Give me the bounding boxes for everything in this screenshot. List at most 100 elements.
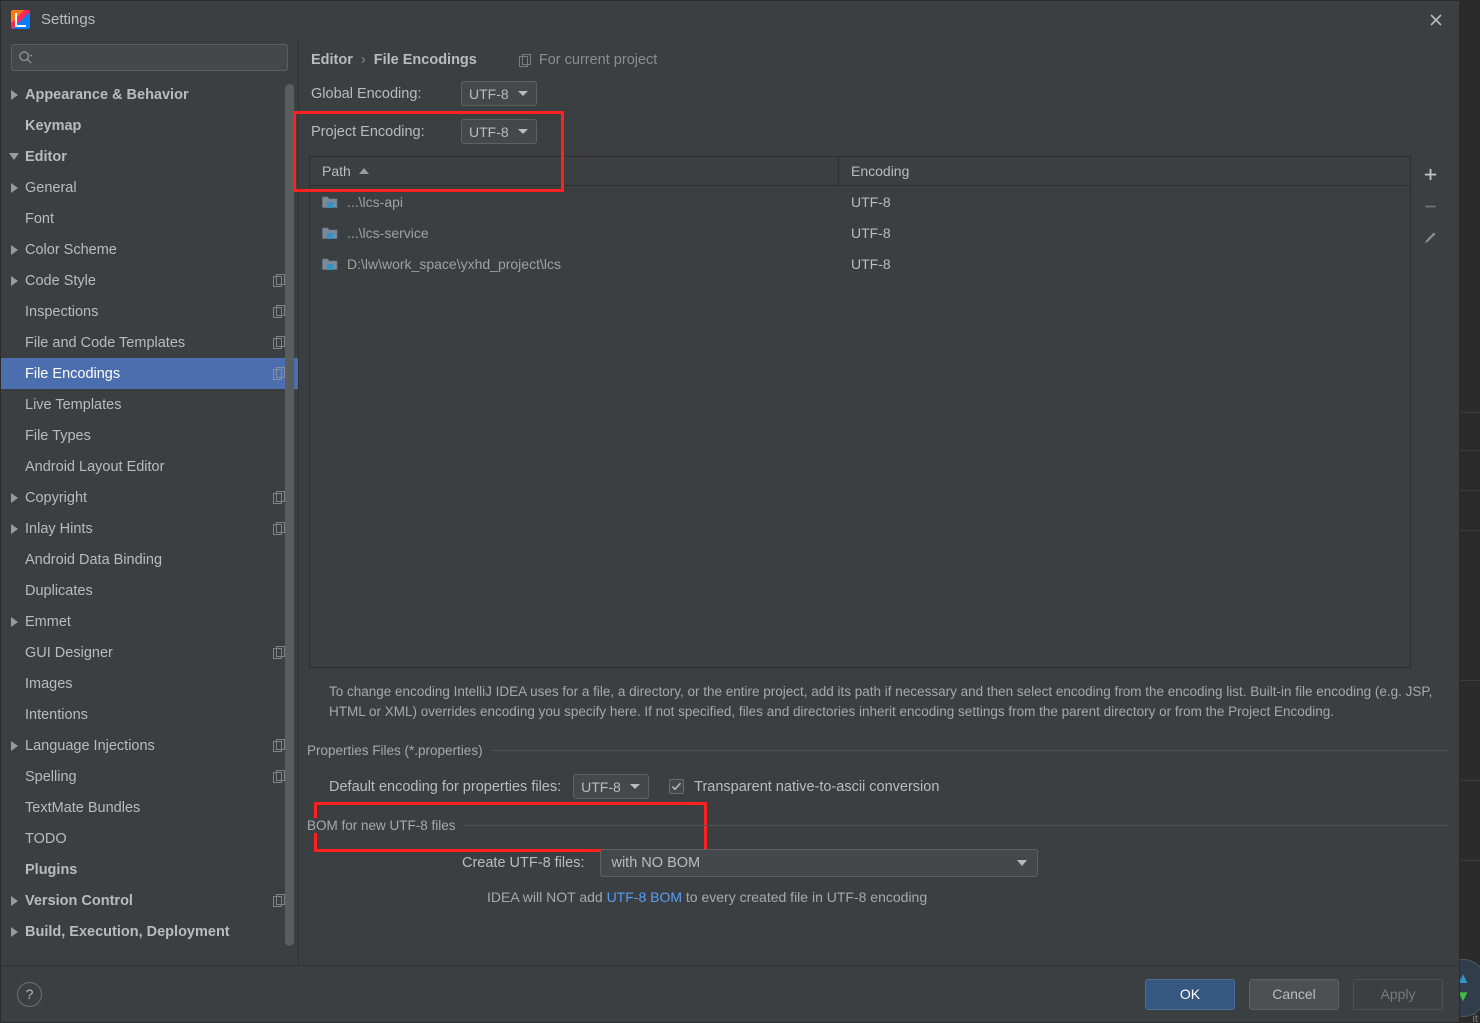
help-button[interactable]: ?: [17, 981, 42, 1007]
create-utf8-files-label: Create UTF-8 files:: [462, 855, 585, 871]
sidebar-item-keymap[interactable]: Keymap: [1, 110, 298, 141]
close-button[interactable]: [1413, 1, 1459, 38]
sidebar-item-color-scheme[interactable]: Color Scheme: [1, 234, 298, 265]
sidebar-item-emmet[interactable]: Emmet: [1, 606, 298, 637]
table-cell-path-label: D:\lw\work_space\yxhd_project\lcs: [347, 255, 561, 272]
table-row[interactable]: ...\lcs-api UTF-8: [310, 186, 1410, 217]
sidebar-item-gui-designer[interactable]: GUI Designer: [1, 637, 298, 668]
tree-arrow[interactable]: [7, 925, 21, 939]
column-header-path[interactable]: Path: [310, 157, 839, 185]
tree-arrow[interactable]: [7, 119, 21, 133]
remove-button[interactable]: [1413, 190, 1447, 222]
sidebar-item-file-and-code-templates[interactable]: File and Code Templates: [1, 327, 298, 358]
add-button[interactable]: [1413, 158, 1447, 190]
tree-arrow[interactable]: [7, 708, 21, 722]
tree-arrow[interactable]: [7, 150, 21, 164]
sidebar-item-label: General: [25, 179, 77, 196]
tree-arrow[interactable]: [7, 522, 21, 536]
apply-button[interactable]: Apply: [1353, 978, 1443, 1010]
tree-arrow[interactable]: [7, 863, 21, 877]
chevron-right-icon: [10, 492, 18, 503]
table-row[interactable]: D:\lw\work_space\yxhd_project\lcs UTF-8: [310, 248, 1410, 279]
column-header-encoding[interactable]: Encoding: [839, 157, 1410, 185]
tree-arrow[interactable]: [7, 677, 21, 691]
sidebar-item-general[interactable]: General: [1, 172, 298, 203]
encodings-description: To change encoding IntelliJ IDEA uses fo…: [329, 684, 1433, 719]
tree-arrow[interactable]: [7, 739, 21, 753]
table-cell-encoding[interactable]: UTF-8: [839, 194, 1410, 210]
search-input[interactable]: [33, 50, 281, 65]
chevron-right-icon: [10, 89, 18, 100]
breadcrumb-root[interactable]: Editor: [311, 52, 353, 68]
default-properties-encoding-dropdown[interactable]: UTF-8: [573, 774, 650, 799]
project-encoding-label: Project Encoding:: [311, 123, 425, 140]
cancel-button[interactable]: Cancel: [1249, 978, 1339, 1010]
sidebar-item-intentions[interactable]: Intentions: [1, 699, 298, 730]
tree-arrow[interactable]: [7, 336, 21, 350]
tree-arrow[interactable]: [7, 801, 21, 815]
sidebar-item-android-data-binding[interactable]: Android Data Binding: [1, 544, 298, 575]
utf8-bom-link[interactable]: UTF-8 BOM: [607, 889, 682, 905]
sidebar-item-todo[interactable]: TODO: [1, 823, 298, 854]
sidebar-item-build-execution-deployment[interactable]: Build, Execution, Deployment: [1, 916, 298, 947]
tree-arrow[interactable]: [7, 243, 21, 257]
table-row[interactable]: ...\lcs-service UTF-8: [310, 217, 1410, 248]
tree-arrow[interactable]: [7, 646, 21, 660]
sidebar-item-editor[interactable]: Editor: [1, 141, 298, 172]
sidebar-item-version-control[interactable]: Version Control: [1, 885, 298, 916]
sidebar-item-file-types[interactable]: File Types: [1, 420, 298, 451]
tree-arrow[interactable]: [7, 88, 21, 102]
sidebar-item-language-injections[interactable]: Language Injections: [1, 730, 298, 761]
sidebar-scrollbar-thumb[interactable]: [285, 84, 294, 946]
table-cell-encoding[interactable]: UTF-8: [839, 256, 1410, 272]
default-properties-encoding-label: Default encoding for properties files:: [329, 778, 562, 795]
sidebar-item-code-style[interactable]: Code Style: [1, 265, 298, 296]
tree-arrow[interactable]: [7, 429, 21, 443]
sidebar-item-label: Images: [25, 675, 73, 692]
sidebar-item-spelling[interactable]: Spelling: [1, 761, 298, 792]
tree-arrow[interactable]: [7, 584, 21, 598]
transparent-conversion-checkbox[interactable]: Transparent native-to-ascii conversion: [669, 779, 939, 795]
edit-button[interactable]: [1413, 222, 1447, 254]
tree-arrow[interactable]: [7, 615, 21, 629]
tree-arrow[interactable]: [7, 398, 21, 412]
tree-arrow[interactable]: [7, 367, 21, 381]
checkbox-box[interactable]: [669, 779, 685, 794]
search-box[interactable]: [11, 44, 288, 71]
table-cell-path-label: ...\lcs-api: [347, 193, 404, 210]
tree-arrow[interactable]: [7, 553, 21, 567]
sidebar-item-inspections[interactable]: Inspections: [1, 296, 298, 327]
sidebar-item-copyright[interactable]: Copyright: [1, 482, 298, 513]
intellij-idea-logo-icon: [11, 10, 30, 29]
sidebar-item-appearance-behavior[interactable]: Appearance & Behavior: [1, 79, 298, 110]
tree-arrow[interactable]: [7, 181, 21, 195]
sidebar-item-textmate-bundles[interactable]: TextMate Bundles: [1, 792, 298, 823]
create-utf8-files-dropdown[interactable]: with NO BOM: [600, 849, 1039, 877]
tree-arrow[interactable]: [7, 491, 21, 505]
ok-button[interactable]: OK: [1145, 978, 1235, 1010]
table-cell-path: ...\lcs-api: [310, 194, 839, 210]
sidebar-item-plugins[interactable]: Plugins: [1, 854, 298, 885]
project-encoding-dropdown[interactable]: UTF-8: [461, 119, 537, 144]
sidebar-item-duplicates[interactable]: Duplicates: [1, 575, 298, 606]
tree-arrow[interactable]: [7, 894, 21, 908]
tree-arrow[interactable]: [7, 305, 21, 319]
tree-arrow[interactable]: [7, 212, 21, 226]
sidebar-item-android-layout-editor[interactable]: Android Layout Editor: [1, 451, 298, 482]
tree-arrow[interactable]: [7, 460, 21, 474]
sidebar-item-label: Android Data Binding: [25, 551, 163, 568]
sidebar-item-images[interactable]: Images: [1, 668, 298, 699]
properties-group-title: Properties Files (*.properties): [307, 743, 491, 758]
global-encoding-dropdown[interactable]: UTF-8: [461, 81, 537, 106]
tree-arrow[interactable]: [7, 832, 21, 846]
minus-icon: [1424, 205, 1436, 207]
sidebar-item-live-templates[interactable]: Live Templates: [1, 389, 298, 420]
table-cell-encoding[interactable]: UTF-8: [839, 225, 1410, 241]
tree-arrow[interactable]: [7, 274, 21, 288]
tree-arrow[interactable]: [7, 770, 21, 784]
transparent-conversion-label: Transparent native-to-ascii conversion: [694, 778, 940, 795]
sidebar-item-inlay-hints[interactable]: Inlay Hints: [1, 513, 298, 544]
sidebar-item-file-encodings[interactable]: File Encodings: [1, 358, 298, 389]
sidebar-item-font[interactable]: Font: [1, 203, 298, 234]
settings-tree[interactable]: Appearance & Behavior Keymap Editor General…: [1, 79, 298, 965]
